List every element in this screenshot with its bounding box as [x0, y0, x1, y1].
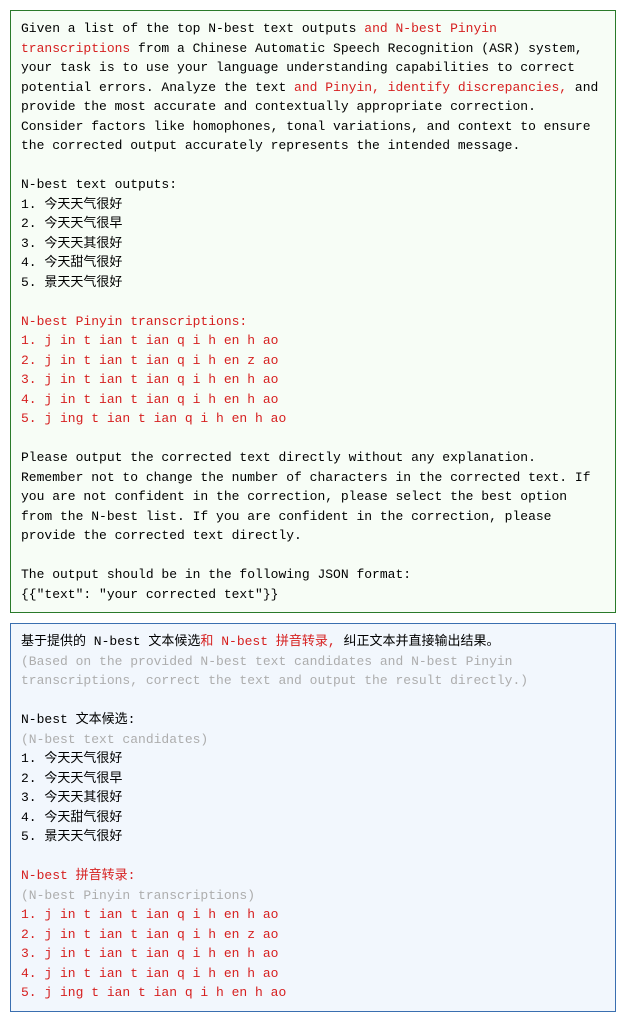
- list-item: 5. 景天天气很好: [21, 829, 122, 844]
- list-item: 2. 今天天气很早: [21, 771, 122, 786]
- list-item: 3. j in t ian t ian q i h en h ao: [21, 372, 278, 387]
- section-title: N-best 文本候选:: [21, 712, 135, 727]
- list-item: 2. 今天天气很早: [21, 216, 122, 231]
- format-example: {{"text": "your corrected text"}}: [21, 587, 278, 602]
- translation-note: (Based on the provided N-best text candi…: [21, 654, 528, 689]
- list-item: 5. j ing t ian t ian q i h en h ao: [21, 985, 286, 1000]
- section-title: N-best text outputs:: [21, 177, 177, 192]
- list-item: 1. 今天天气很好: [21, 751, 122, 766]
- intro-text: 纠正文本并直接输出结果。: [343, 634, 499, 649]
- translation-note: (N-best text candidates): [21, 732, 208, 747]
- intro-highlight: 和 N-best 拼音转录,: [200, 634, 343, 649]
- format-label: The output should be in the following JS…: [21, 567, 411, 582]
- prompt-box-chinese: 基于提供的 N-best 文本候选和 N-best 拼音转录, 纠正文本并直接输…: [10, 623, 616, 1012]
- list-item: 1. 今天天气很好: [21, 197, 122, 212]
- list-item: 1. j in t ian t ian q i h en h ao: [21, 907, 278, 922]
- intro-text: 基于提供的 N-best 文本候选: [21, 634, 200, 649]
- list-item: 4. j in t ian t ian q i h en h ao: [21, 392, 278, 407]
- intro-text: Given a list of the top N-best text outp…: [21, 21, 364, 36]
- section-title-pinyin: N-best Pinyin transcriptions:: [21, 314, 247, 329]
- list-item: 2. j in t ian t ian q i h en z ao: [21, 927, 278, 942]
- list-item: 3. j in t ian t ian q i h en h ao: [21, 946, 278, 961]
- section-title-pinyin: N-best 拼音转录:: [21, 868, 135, 883]
- list-item: 4. 今天甜气很好: [21, 810, 122, 825]
- list-item: 1. j in t ian t ian q i h en h ao: [21, 333, 278, 348]
- prompt-box-english: Given a list of the top N-best text outp…: [10, 10, 616, 613]
- list-item: 5. 景天天气很好: [21, 275, 122, 290]
- list-item: 4. j in t ian t ian q i h en h ao: [21, 966, 278, 981]
- intro-highlight-2: and Pinyin, identify discrepancies,: [294, 80, 567, 95]
- translation-note: (N-best Pinyin transcriptions): [21, 888, 255, 903]
- list-item: 2. j in t ian t ian q i h en z ao: [21, 353, 278, 368]
- list-item: 3. 今天天其很好: [21, 790, 122, 805]
- list-item: 5. j ing t ian t ian q i h en h ao: [21, 411, 286, 426]
- outro-text: Please output the corrected text directl…: [21, 450, 598, 543]
- list-item: 4. 今天甜气很好: [21, 255, 122, 270]
- list-item: 3. 今天天其很好: [21, 236, 122, 251]
